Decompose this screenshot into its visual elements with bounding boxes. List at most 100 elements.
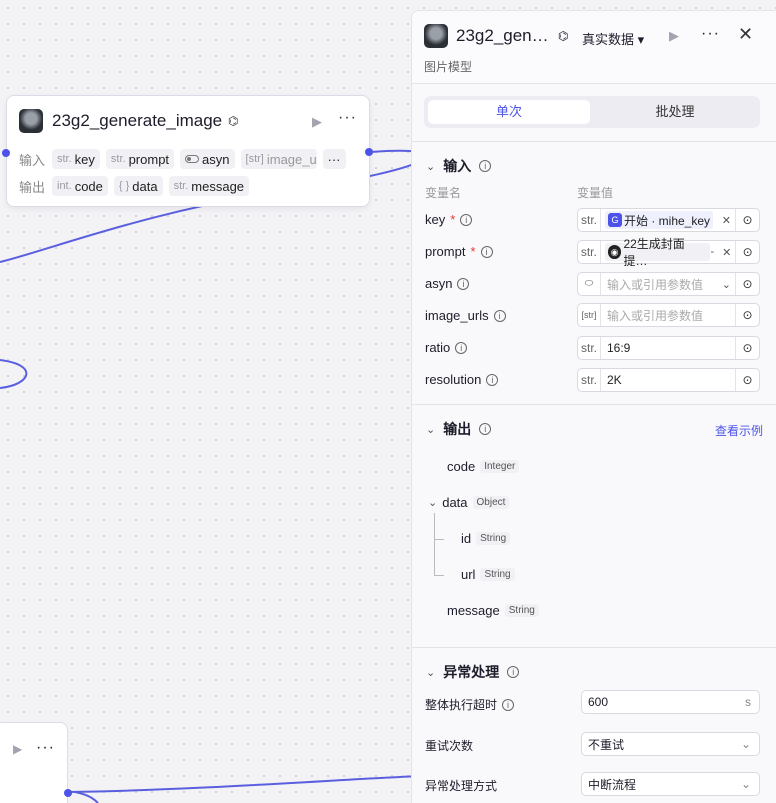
tree-line: [434, 513, 435, 576]
toggle-icon: ⬭: [578, 273, 601, 295]
panel-header: 23g2_gen… ⌬ 真实数据 ▾ ▶ ··· ✕ 图片模型: [412, 11, 776, 84]
output-port[interactable]: [365, 148, 373, 156]
chevron-down-icon: ⌄: [721, 278, 731, 291]
input-port[interactable]: [2, 149, 10, 157]
panel-more-button[interactable]: ···: [701, 25, 720, 43]
info-icon: i: [455, 341, 468, 354]
info-icon: i: [507, 666, 520, 678]
output-tag-code: int. code: [52, 176, 108, 196]
see-example-link[interactable]: 查看示例: [715, 422, 763, 439]
col-var-name: 变量名: [425, 186, 462, 200]
param-label-resolution: resolution i: [425, 372, 499, 387]
ai-badge-icon: ⌬: [228, 114, 239, 128]
node-title: 23g2_generate_image: [52, 111, 223, 130]
node-config-panel: 23g2_gen… ⌬ 真实数据 ▾ ▶ ··· ✕ 图片模型 单次 批处理 ⌄…: [411, 10, 776, 803]
panel-subtitle: 图片模型: [424, 60, 473, 74]
node-avatar: [19, 109, 43, 133]
param-label-ratio: ratio i: [425, 340, 468, 355]
input-row-label: 输入: [19, 152, 46, 168]
param-field-asyn[interactable]: ⬭ 输入或引用参数值 ⌄ ⊙: [577, 272, 760, 296]
output-section-header[interactable]: ⌄ 输出 i: [426, 419, 492, 439]
retry-select[interactable]: 不重试 ⌄: [581, 732, 760, 756]
param-label-key: key * i: [425, 212, 473, 227]
chevron-down-icon: ⌄: [426, 423, 436, 436]
chevron-down-icon: ⌄: [740, 737, 751, 751]
tree-branch: [434, 539, 444, 540]
param-field-image-urls[interactable]: [str] 输入或引用参数值 ⊙: [577, 303, 760, 327]
param-field-ratio[interactable]: str. 16:9 ⊙: [577, 336, 760, 360]
input-tag-asyn: asyn: [180, 149, 235, 169]
clear-icon[interactable]: ✕: [722, 214, 731, 227]
output-field-id: id String: [461, 531, 511, 546]
node-more-button-2[interactable]: ···: [36, 739, 55, 757]
tab-batch[interactable]: 批处理: [594, 100, 756, 124]
timeout-label: 整体执行超时 i: [425, 696, 515, 713]
variable-ref-icon[interactable]: ⊙: [735, 209, 759, 231]
param-field-key[interactable]: str. G 开始 · mihe_key ✕ ⊙: [577, 208, 760, 232]
param-field-prompt[interactable]: str. ◉ 22生成封面提… - ✕ ⊙: [577, 237, 760, 268]
chevron-down-icon: ⌄: [426, 160, 436, 173]
data-mode-dropdown[interactable]: 真实数据 ▾: [582, 29, 644, 48]
timeout-input[interactable]: 600 s: [581, 690, 760, 714]
output-field-message: message String: [447, 603, 539, 618]
param-field-resolution[interactable]: str. 2K ⊙: [577, 368, 760, 392]
workflow-node-partial[interactable]: ▶ ···: [0, 722, 68, 803]
chevron-down-icon: ⌄: [740, 777, 751, 791]
variable-ref-icon[interactable]: ⊙: [735, 304, 759, 326]
ref-chip-prompt: ◉ 22生成封面提…: [604, 237, 711, 268]
variable-ref-icon[interactable]: ⊙: [735, 241, 759, 263]
more-inputs-button[interactable]: ···: [322, 149, 346, 169]
info-icon: i: [502, 698, 515, 711]
output-row-label: 输出: [19, 179, 46, 195]
variable-ref-icon[interactable]: ⊙: [735, 273, 759, 295]
panel-title[interactable]: 23g2_gen…: [456, 26, 549, 46]
input-tag-key: str. key: [52, 149, 100, 169]
node-input-row: 输入 str.key str.prompt asyn [str]image_ur…: [19, 149, 346, 169]
ai-badge-icon: ⌬: [558, 29, 569, 43]
tab-single[interactable]: 单次: [428, 100, 590, 124]
param-label-image-urls: image_urls i: [425, 308, 506, 323]
info-icon: i: [460, 213, 473, 226]
node-output-row: 输出 int. code { } data str. message: [19, 176, 250, 196]
info-icon: i: [479, 160, 492, 172]
close-icon[interactable]: ✕: [738, 24, 753, 45]
run-node-icon[interactable]: ▶: [312, 114, 322, 130]
info-icon: i: [486, 373, 499, 386]
chevron-down-icon: ⌄: [428, 497, 438, 509]
variable-ref-icon[interactable]: ⊙: [735, 369, 759, 391]
output-field-code: code Integer: [447, 459, 520, 474]
run-icon[interactable]: ▶: [669, 28, 679, 44]
input-section-header[interactable]: ⌄ 输入 i: [426, 156, 492, 176]
param-label-asyn: asyn i: [425, 276, 470, 291]
handling-label: 异常处理方式: [425, 779, 498, 793]
output-port-2[interactable]: [64, 789, 72, 797]
input-tag-image-url: [str]image_url: [240, 149, 317, 169]
panel-avatar: [424, 24, 448, 48]
col-var-value: 变量值: [577, 186, 614, 200]
clear-icon[interactable]: ✕: [722, 246, 731, 259]
tree-branch: [434, 575, 444, 576]
error-section-header[interactable]: ⌄ 异常处理 i: [426, 662, 520, 682]
run-mode-tabs: 单次 批处理: [424, 96, 760, 128]
model-node-icon: ◉: [607, 245, 622, 259]
chevron-down-icon: ⌄: [426, 666, 436, 679]
output-field-url: url String: [461, 567, 515, 582]
info-icon: i: [457, 277, 470, 290]
workflow-node-generate-image[interactable]: 23g2_generate_image ⌬ ▶ ··· 输入 str. key s…: [6, 95, 370, 207]
run-node-icon-2[interactable]: ▶: [13, 742, 22, 756]
variable-ref-icon[interactable]: ⊙: [735, 337, 759, 359]
handling-select[interactable]: 中断流程 ⌄: [581, 772, 760, 796]
output-field-data[interactable]: ⌄ data Object: [428, 495, 510, 510]
input-tag-prompt: str. prompt: [105, 149, 175, 169]
param-label-prompt: prompt * i: [425, 244, 493, 259]
ref-chip-key: G 开始 · mihe_key: [605, 211, 714, 229]
output-tag-message: str. message: [168, 176, 250, 196]
node-more-button[interactable]: ···: [338, 109, 357, 127]
info-icon: i: [493, 309, 506, 322]
output-tag-data: { } data: [113, 176, 163, 196]
toggle-icon: [185, 155, 200, 163]
info-icon: i: [480, 245, 493, 258]
retry-label: 重试次数: [425, 739, 474, 753]
info-icon: i: [479, 423, 492, 435]
start-node-icon: G: [608, 213, 622, 227]
